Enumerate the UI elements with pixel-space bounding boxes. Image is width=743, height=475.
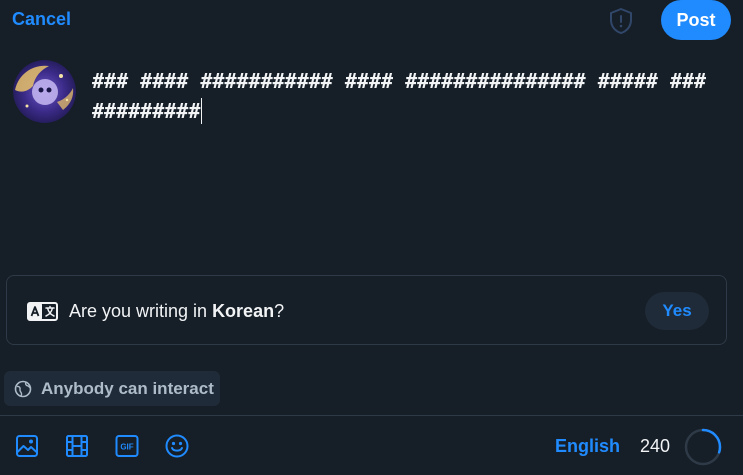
gif-icon-text: GIF xyxy=(120,443,133,452)
language-question-prefix: Are you writing in xyxy=(69,301,213,321)
language-question: Are you writing in Korean? xyxy=(69,301,284,322)
text-caret xyxy=(201,98,203,124)
shield-exclamation-icon[interactable] xyxy=(608,7,634,35)
interaction-label: Anybody can interact xyxy=(41,378,214,398)
post-text-content: ### #### ########### #### ##############… xyxy=(92,69,707,123)
yes-button[interactable]: Yes xyxy=(645,292,709,330)
gif-icon[interactable]: GIF xyxy=(115,434,139,458)
suggested-language: Korean xyxy=(212,301,275,321)
image-icon[interactable] xyxy=(15,434,39,458)
character-count: 240 xyxy=(640,436,671,456)
post-composer: Cancel Post ### #### ########### #### ##… xyxy=(0,0,743,475)
character-progress-ring xyxy=(683,427,723,467)
language-suggestion: Are you writing in Korean? Yes xyxy=(6,275,727,345)
globe-icon xyxy=(14,380,32,397)
post-button[interactable]: Post xyxy=(661,0,731,40)
post-language-selector[interactable]: English xyxy=(555,436,620,457)
emoji-icon[interactable] xyxy=(165,434,189,458)
language-question-suffix: ? xyxy=(274,301,285,321)
interaction-settings-button[interactable]: Anybody can interact xyxy=(4,371,220,406)
translate-icon xyxy=(27,302,58,321)
video-icon[interactable] xyxy=(65,434,89,458)
toolbar-divider xyxy=(0,415,743,416)
avatar[interactable] xyxy=(13,60,76,123)
cancel-button[interactable]: Cancel xyxy=(12,9,71,30)
post-text-input[interactable]: ### #### ########### #### ##############… xyxy=(92,66,712,126)
